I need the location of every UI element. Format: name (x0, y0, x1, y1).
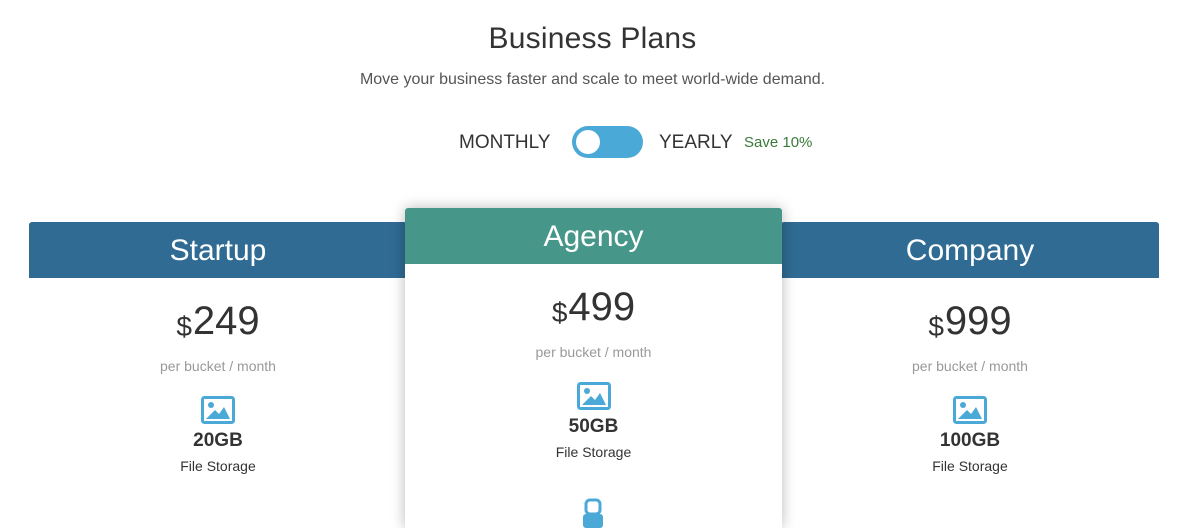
plan-price: $999 (781, 298, 1159, 350)
plan-card-agency: Agency $499 per bucket / month 50GB File… (405, 208, 782, 528)
yearly-label[interactable]: YEARLY (659, 132, 733, 154)
plan-name: Company (781, 222, 1159, 278)
currency-symbol: $ (928, 311, 944, 342)
currency-symbol: $ (176, 311, 192, 342)
price-amount: 499 (568, 285, 636, 329)
price-amount: 249 (192, 299, 260, 343)
monthly-label[interactable]: MONTHLY (459, 132, 550, 154)
price-period: per bucket / month (535, 344, 652, 360)
save-badge: Save 10% (744, 134, 813, 151)
plan-card-company: Company $999 per bucket / month 100GB Fi… (781, 222, 1159, 522)
user-icon (583, 498, 603, 528)
image-icon (201, 396, 235, 424)
storage-value: 20GB (193, 430, 243, 451)
billing-period-switch[interactable] (572, 126, 643, 158)
storage-label: File Storage (932, 458, 1008, 474)
switch-knob[interactable] (576, 130, 600, 154)
image-icon (576, 382, 611, 410)
storage-label: File Storage (555, 444, 632, 460)
plan-name: Startup (29, 222, 407, 278)
image-icon (953, 396, 987, 424)
price-period: per bucket / month (912, 358, 1028, 374)
storage-value: 100GB (939, 430, 1001, 451)
page-subtitle: Move your business faster and scale to m… (359, 71, 826, 88)
billing-toggle-row: MONTHLY YEARLY Save 10% (0, 124, 1185, 160)
plan-price: $499 (405, 284, 782, 336)
storage-label: File Storage (180, 458, 256, 474)
price-period: per bucket / month (160, 358, 276, 374)
price-amount: 999 (944, 299, 1012, 343)
storage-value: 50GB (568, 416, 619, 437)
currency-symbol: $ (551, 297, 568, 328)
plan-price: $249 (29, 298, 407, 350)
plan-name: Agency (405, 208, 782, 264)
page-title: Business Plans (488, 22, 697, 55)
plan-card-startup: Startup $249 per bucket / month 20GB Fil… (29, 222, 407, 522)
